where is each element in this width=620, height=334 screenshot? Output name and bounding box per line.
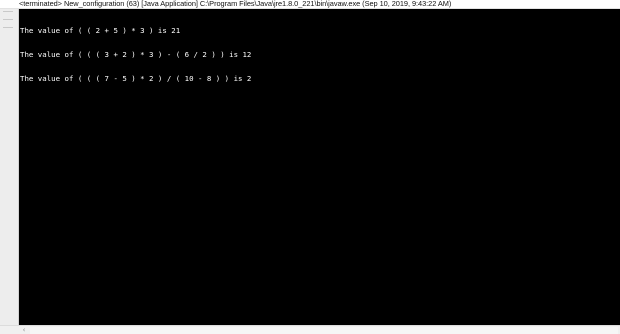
console-text[interactable]: The value of ( ( 2 + 5 ) * 3 ) is 21 The… (20, 11, 620, 325)
console-view: <terminated> New_configuration (63) [Jav… (0, 0, 620, 334)
console-header: <terminated> New_configuration (63) [Jav… (0, 0, 620, 9)
process-status-label: <terminated> New_configuration (63) [Jav… (19, 0, 452, 8)
console-line: The value of ( ( 2 + 5 ) * 3 ) is 21 (20, 26, 181, 35)
console-line: The value of ( ( ( 7 - 5 ) * 2 ) / ( 10 … (20, 74, 252, 83)
gutter-line-marker (3, 19, 13, 23)
horizontal-scrollbar[interactable]: ‹ (0, 325, 620, 334)
console-gutter (0, 9, 19, 325)
console-output-area[interactable]: The value of ( ( 2 + 5 ) * 3 ) is 21 The… (0, 9, 620, 325)
scrollbar-track[interactable] (30, 327, 618, 334)
gutter-line-marker (3, 11, 13, 15)
gutter-line-marker (3, 27, 13, 31)
chevron-left-icon[interactable]: ‹ (20, 327, 28, 334)
console-line: The value of ( ( ( 3 + 2 ) * 3 ) - ( 6 /… (20, 50, 252, 59)
